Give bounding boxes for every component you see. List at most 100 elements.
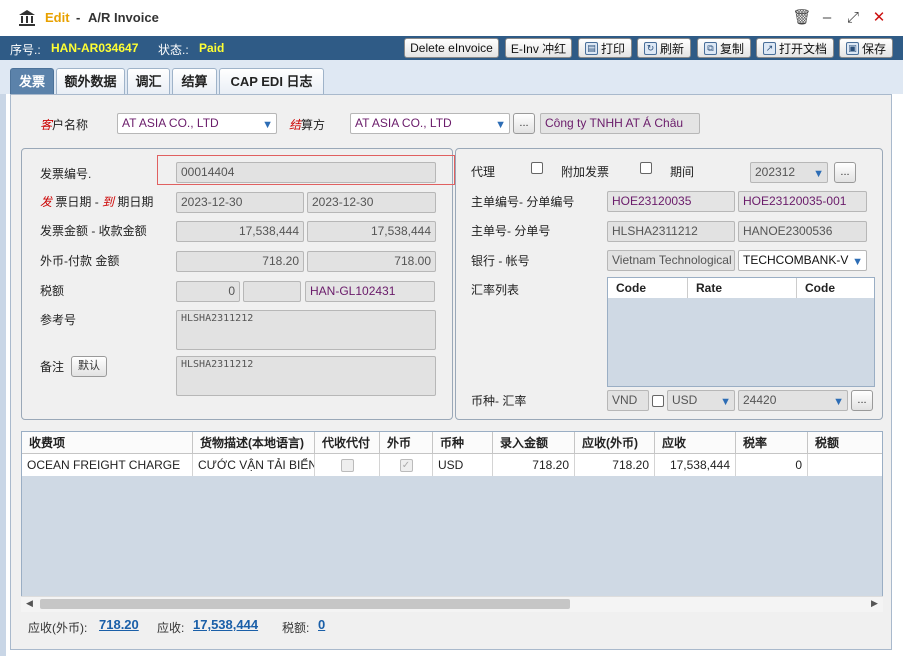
received-amount-field[interactable]: 17,538,444	[307, 221, 436, 242]
period-select[interactable]: 202312 ▼	[750, 162, 828, 183]
grid-header-foreign[interactable]: 外币	[380, 432, 433, 454]
settle-party-select[interactable]: AT ASIA CO., LTD ▼	[350, 113, 510, 134]
window-mode: Edit	[45, 10, 70, 25]
tax-extra-field[interactable]	[243, 281, 301, 302]
printer-icon: ▤	[584, 41, 598, 55]
reference-label: 参考号	[40, 313, 77, 327]
highlight-box	[157, 155, 455, 185]
reference-field[interactable]: HLSHA2311212	[176, 310, 436, 350]
gl-no-field[interactable]: HAN-GL102431	[305, 281, 435, 302]
rate-grid-header[interactable]: Code	[797, 278, 874, 298]
charges-grid[interactable]: 收费项 货物描述(本地语言) 代收代付 外币 币种 录入金额 应收(外币) 应收…	[21, 431, 883, 612]
table-row-input-amount[interactable]: 718.20	[493, 454, 575, 476]
default-remark-button[interactable]: 默认	[71, 356, 107, 377]
tab-cap-edi-log[interactable]: CAP EDI 日志	[219, 68, 324, 94]
collect-pay-checkbox[interactable]	[340, 459, 354, 473]
fx-currency-select[interactable]: USD ▼	[667, 390, 735, 411]
refresh-button[interactable]: ↻ 刷新	[637, 38, 691, 58]
chevron-down-icon: ▼	[495, 119, 506, 131]
table-row-tax-rate[interactable]: 0	[736, 454, 808, 476]
customer-label: 客户名称	[40, 116, 88, 133]
delete-einvoice-button[interactable]: Delete eInvoice	[404, 38, 499, 58]
tab-extra-data[interactable]: 额外数据	[56, 68, 125, 94]
footer-ar-value[interactable]: 17,538,444	[193, 617, 258, 632]
rate-more-button[interactable]: ...	[851, 390, 873, 411]
mbl-no-field[interactable]: HLSHA2311212	[607, 221, 735, 242]
minimize-icon[interactable]: –	[817, 8, 837, 28]
table-row-tax[interactable]	[808, 454, 882, 476]
customer-label-text: 户名称	[52, 118, 89, 132]
table-row-collect-pay[interactable]	[315, 454, 380, 476]
copy-button[interactable]: ⧉ 复制	[697, 38, 751, 58]
table-row-charge[interactable]: OCEAN FREIGHT CHARGE	[22, 454, 193, 476]
table-row-description[interactable]: CƯỚC VẬN TẢI BIỂN	[193, 454, 315, 476]
einv-reverse-label: E-Inv 冲红	[510, 41, 567, 56]
invoice-amount-field[interactable]: 17,538,444	[176, 221, 304, 242]
chevron-down-icon: ▼	[833, 396, 844, 408]
tab-invoice[interactable]: 发票	[10, 68, 54, 94]
bank-account-select[interactable]: TECHCOMBANK-V ▼	[738, 250, 867, 271]
tab-settlement[interactable]: 结算	[172, 68, 217, 94]
delete-icon[interactable]: 🗑	[792, 8, 812, 28]
print-button[interactable]: ▤ 打印	[578, 38, 632, 58]
restore-icon[interactable]: ⤢	[843, 8, 863, 28]
fx-paid-field[interactable]: 718.00	[307, 251, 436, 272]
hbl-no-field[interactable]: HANOE2300536	[738, 221, 867, 242]
fx-amount-label: 外币-付款 金额	[40, 254, 120, 268]
grid-header-tax-rate[interactable]: 税率	[736, 432, 808, 454]
amount-label: 发票金额 - 收款金额	[40, 224, 147, 238]
due-date-field[interactable]: 2023-12-30	[307, 192, 436, 213]
open-docs-button[interactable]: ↗ 打开文档	[756, 38, 834, 58]
grid-header-currency[interactable]: 币种	[433, 432, 493, 454]
remark-field[interactable]: HLSHA2311212	[176, 356, 436, 396]
grid-header-collect-pay[interactable]: 代收代付	[315, 432, 380, 454]
attach-invoice-checkbox[interactable]	[640, 162, 652, 174]
table-row-receivable-fx[interactable]: 718.20	[575, 454, 655, 476]
scroll-right-icon[interactable]: ▶	[871, 598, 878, 609]
window-title: A/R Invoice	[88, 10, 159, 25]
house-no-field[interactable]: HOE23120035-001	[738, 191, 867, 212]
agent-checkbox[interactable]	[531, 162, 543, 174]
table-row-receivable[interactable]: 17,538,444	[655, 454, 736, 476]
grid-header-receivable-fx[interactable]: 应收(外币)	[575, 432, 655, 454]
rate-grid-header[interactable]: Code	[608, 278, 688, 298]
save-icon: ▣	[845, 41, 859, 55]
tax-field[interactable]: 0	[176, 281, 240, 302]
grid-header-tax[interactable]: 税额	[808, 432, 882, 454]
save-button[interactable]: ▣ 保存	[839, 38, 893, 58]
settle-party-more-button[interactable]: ...	[513, 113, 535, 134]
rate-grid-header[interactable]: Rate	[688, 278, 797, 298]
customer-local-name[interactable]: Công ty TNHH AT Á Châu	[540, 113, 700, 134]
table-row-currency[interactable]: USD	[433, 454, 493, 476]
date-label-mark2: 到	[102, 195, 115, 209]
close-icon[interactable]: ✕	[869, 8, 889, 28]
master-no-field[interactable]: HOE23120035	[607, 191, 735, 212]
scroll-left-icon[interactable]: ◀	[26, 598, 33, 609]
tab-exchange-adjust[interactable]: 调汇	[127, 68, 170, 94]
footer-fx-value[interactable]: 718.20	[99, 617, 139, 632]
rate-list-grid[interactable]: Code Rate Code	[607, 277, 875, 387]
table-row-foreign[interactable]: ✓	[380, 454, 433, 476]
agent-label: 代理	[471, 165, 496, 179]
invoice-no-label: 发票编号.	[40, 167, 92, 181]
settle-label-text: 算方	[301, 118, 326, 132]
customer-select[interactable]: AT ASIA CO., LTD ▼	[117, 113, 277, 134]
foreign-checkbox-checked[interactable]: ✓	[399, 459, 413, 473]
footer-tax-value[interactable]: 0	[318, 617, 325, 632]
bank-name-field[interactable]: Vietnam Technological	[607, 250, 735, 271]
scrollbar-thumb[interactable]	[40, 599, 570, 609]
rate-list-label: 汇率列表	[471, 283, 520, 297]
invoice-date-field[interactable]: 2023-12-30	[176, 192, 304, 213]
base-currency-field[interactable]: VND	[607, 390, 649, 411]
rate-select[interactable]: 24420 ▼	[738, 390, 848, 411]
grid-header-description[interactable]: 货物描述(本地语言)	[193, 432, 315, 454]
date-label-mark1: 发	[40, 195, 53, 209]
fx-amount-field[interactable]: 718.20	[176, 251, 304, 272]
grid-header-charge[interactable]: 收费项	[22, 432, 193, 454]
currency-checkbox[interactable]	[652, 395, 664, 407]
einv-reverse-button[interactable]: E-Inv 冲红	[505, 38, 572, 58]
period-value: 202312	[755, 165, 796, 179]
period-more-button[interactable]: ...	[834, 162, 856, 183]
grid-header-input-amount[interactable]: 录入金额	[493, 432, 575, 454]
grid-header-receivable[interactable]: 应收	[655, 432, 736, 454]
